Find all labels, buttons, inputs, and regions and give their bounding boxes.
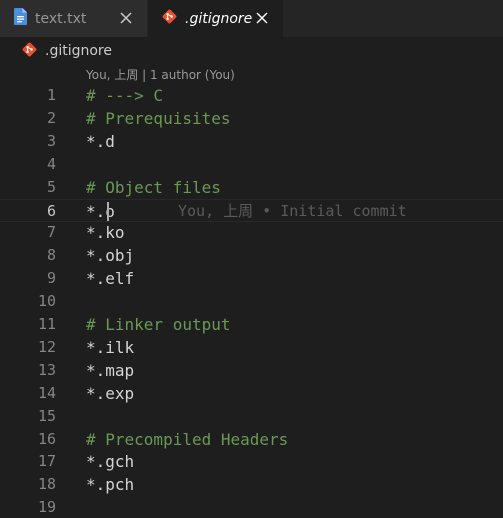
code-text: *.obj — [86, 246, 135, 265]
breadcrumb-label: .gitignore — [45, 43, 112, 59]
code-editor[interactable]: 1 # ---> C 2 # Prerequisites 3 *.d 4 5 # Object … — [0, 84, 503, 518]
line-number: 17 — [37, 452, 56, 470]
code-text: *.ilk — [86, 338, 135, 357]
file-icon — [14, 8, 27, 29]
code-line[interactable]: 15 — [0, 405, 503, 428]
breadcrumb[interactable]: .gitignore — [0, 37, 503, 65]
code-text: # Precompiled Headers — [86, 430, 289, 449]
code-line[interactable]: 13 *.map — [0, 359, 503, 382]
tab-label: text.txt — [35, 10, 87, 27]
code-line[interactable]: 12 *.ilk — [0, 336, 503, 359]
line-number: 4 — [46, 155, 56, 173]
tab-text-txt[interactable]: text.txt — [0, 0, 147, 37]
close-icon[interactable] — [253, 9, 271, 27]
code-text: *.o — [86, 202, 115, 221]
inline-blame: You, 上周 • Initial commit — [178, 202, 407, 220]
code-line[interactable]: 18 *.pch — [0, 473, 503, 496]
tab-gitignore[interactable]: .gitignore — [148, 0, 283, 37]
code-line[interactable]: 16 # Precompiled Headers — [0, 428, 503, 451]
line-number: 8 — [46, 246, 56, 264]
code-line[interactable]: 17 *.gch — [0, 450, 503, 473]
line-number: 10 — [37, 292, 56, 310]
line-number: 12 — [37, 338, 56, 356]
line-number: 16 — [37, 430, 56, 448]
codelens-blame[interactable]: You, 上周 | 1 author (You) — [86, 66, 235, 83]
line-number: 11 — [37, 315, 56, 333]
code-text: *.exp — [86, 384, 135, 403]
code-line[interactable]: 7 *.ko — [0, 221, 503, 244]
code-line[interactable]: 9 *.elf — [0, 267, 503, 290]
line-number: 3 — [46, 132, 56, 150]
code-line[interactable]: 14 *.exp — [0, 382, 503, 405]
code-text: # ---> C — [86, 86, 164, 105]
code-line[interactable]: 8 *.obj — [0, 244, 503, 267]
code-text: # Linker output — [86, 315, 231, 334]
line-number: 1 — [46, 86, 56, 104]
code-text: *.pch — [86, 475, 135, 494]
code-line[interactable]: 19 — [0, 496, 503, 518]
code-line[interactable]: 1 # ---> C — [0, 84, 503, 107]
code-line[interactable]: 3 *.d — [0, 130, 503, 153]
line-number: 5 — [46, 178, 56, 196]
tab-bar: text.txt .gitignore — [0, 0, 503, 37]
line-number: 6 — [46, 202, 56, 220]
code-line[interactable]: 10 — [0, 290, 503, 313]
line-number: 9 — [46, 269, 56, 287]
code-line[interactable]: 2 # Prerequisites — [0, 107, 503, 130]
code-text: *.d — [86, 132, 115, 151]
close-icon[interactable] — [117, 9, 135, 27]
git-icon — [162, 9, 177, 28]
code-text: # Object files — [86, 178, 221, 197]
line-number: 14 — [37, 384, 56, 402]
code-text: *.gch — [86, 452, 135, 471]
line-number: 18 — [37, 475, 56, 493]
line-number: 15 — [37, 407, 56, 425]
tab-label: .gitignore — [185, 10, 253, 27]
line-number: 2 — [46, 109, 56, 127]
code-text: # Prerequisites — [86, 109, 231, 128]
code-text: *.elf — [86, 269, 135, 288]
line-number: 19 — [37, 498, 56, 516]
line-number: 7 — [46, 223, 56, 241]
code-line[interactable]: 6 *.o You, 上周 • Initial commit — [0, 199, 503, 222]
line-number: 13 — [37, 361, 56, 379]
code-line[interactable]: 11 # Linker output — [0, 313, 503, 336]
text-cursor — [107, 202, 109, 221]
code-line[interactable]: 5 # Object files — [0, 176, 503, 199]
code-text: *.map — [86, 361, 135, 380]
code-line[interactable]: 4 — [0, 153, 503, 176]
git-icon — [22, 42, 37, 61]
code-text: *.ko — [86, 223, 125, 242]
